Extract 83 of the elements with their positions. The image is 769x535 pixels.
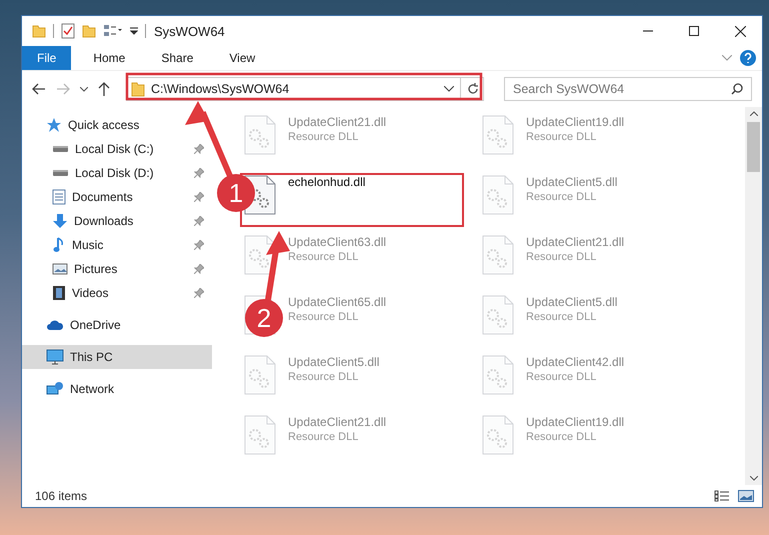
address-bar[interactable]: C:\Windows\SysWOW64 (126, 77, 484, 101)
up-icon[interactable] (98, 82, 110, 96)
sidebar-item[interactable]: Pictures (22, 257, 212, 281)
dll-file-icon (482, 415, 514, 455)
download-arrow-icon (52, 213, 68, 229)
ribbon-tab[interactable]: Home (79, 46, 140, 70)
dll-file-icon (244, 235, 276, 275)
scrollbar[interactable] (745, 107, 762, 485)
close-icon[interactable] (735, 26, 746, 36)
file-type: Resource DLL (526, 431, 598, 443)
dll-file-icon (482, 295, 514, 335)
monitor-icon (46, 349, 64, 365)
dll-file-icon (244, 355, 276, 395)
ribbon-tab[interactable]: View (215, 46, 270, 70)
search-field[interactable]: Search SysWOW64 (504, 77, 752, 101)
pin-icon[interactable] (194, 240, 204, 250)
customize-toolbar-icon[interactable] (130, 26, 138, 36)
file-type: Resource DLL (288, 131, 360, 143)
file-type: Resource DLL (288, 371, 360, 383)
cloud-icon (46, 319, 64, 331)
back-icon[interactable] (32, 83, 46, 95)
item-count: 106 items (35, 489, 88, 503)
file-type: Resource DLL (526, 311, 598, 323)
refresh-icon[interactable] (467, 83, 479, 95)
pin-icon[interactable] (194, 168, 204, 178)
pin-icon[interactable] (194, 264, 204, 274)
sidebar-item[interactable]: Local Disk (D:) (22, 161, 212, 185)
arrow (265, 231, 290, 300)
dll-file-icon (482, 355, 514, 395)
dll-file-icon (482, 175, 514, 215)
dll-file-icon (482, 115, 514, 155)
file-type: Resource DLL (526, 251, 598, 263)
film-icon (52, 285, 66, 301)
chevron-icon[interactable] (722, 55, 732, 61)
drive-icon (53, 170, 68, 176)
sidebar-item[interactable]: Documents (22, 185, 212, 209)
view-options-icon[interactable] (103, 24, 123, 38)
folder-icon (131, 81, 145, 97)
maximize-icon[interactable] (689, 26, 699, 36)
drive-icon (53, 146, 68, 152)
sidebar-item[interactable]: This PC (22, 345, 212, 369)
dll-file-icon (244, 115, 276, 155)
step-number-badge: 2 (245, 299, 283, 337)
network-icon (46, 381, 64, 397)
pin-icon[interactable] (194, 192, 204, 202)
address-path: C:\Windows\SysWOW64 (151, 82, 290, 96)
sidebar-item[interactable]: OneDrive (22, 313, 212, 337)
details-view-icon[interactable] (714, 490, 730, 502)
sidebar-item[interactable]: Videos (22, 281, 212, 305)
sidebar-item[interactable]: Downloads (22, 209, 212, 233)
sidebar-item[interactable]: Music (22, 233, 212, 257)
file-type: Resource DLL (288, 431, 360, 443)
large-icons-view-icon[interactable] (738, 490, 754, 502)
search-icon (731, 83, 743, 95)
dropdown-icon[interactable] (444, 86, 454, 92)
step-number-badge: 1 (217, 174, 255, 212)
sidebar-item[interactable]: Local Disk (C:) (22, 137, 212, 161)
file-type: Resource DLL (288, 311, 360, 323)
sidebar-item[interactable]: Network (22, 377, 212, 401)
ribbon-tab[interactable]: Share (147, 46, 208, 70)
help-icon[interactable] (740, 50, 756, 66)
scroll-up-icon[interactable] (750, 111, 758, 116)
file-name[interactable]: echelonhud.dll (288, 175, 366, 189)
pin-icon[interactable] (194, 144, 204, 154)
star-icon (46, 117, 62, 133)
sidebar-item[interactable]: Quick access (22, 113, 212, 137)
recent-locations-icon[interactable] (80, 86, 88, 92)
file-type: Resource DLL (526, 371, 598, 383)
file-type: Resource DLL (526, 191, 598, 203)
dll-file-icon (482, 235, 514, 275)
pin-icon[interactable] (194, 216, 204, 226)
ribbon-tab[interactable]: File (22, 46, 72, 70)
properties-icon[interactable] (61, 23, 75, 39)
scroll-thumb[interactable] (747, 122, 760, 172)
file-type: Resource DLL (526, 131, 598, 143)
music-note-icon (52, 237, 66, 253)
pin-icon[interactable] (194, 288, 204, 298)
document-icon (52, 189, 66, 205)
scroll-down-icon[interactable] (750, 476, 758, 481)
window-title: SysWOW64 (154, 24, 225, 38)
picture-icon (52, 262, 68, 276)
dll-file-icon (244, 415, 276, 455)
file-type: Resource DLL (288, 251, 360, 263)
